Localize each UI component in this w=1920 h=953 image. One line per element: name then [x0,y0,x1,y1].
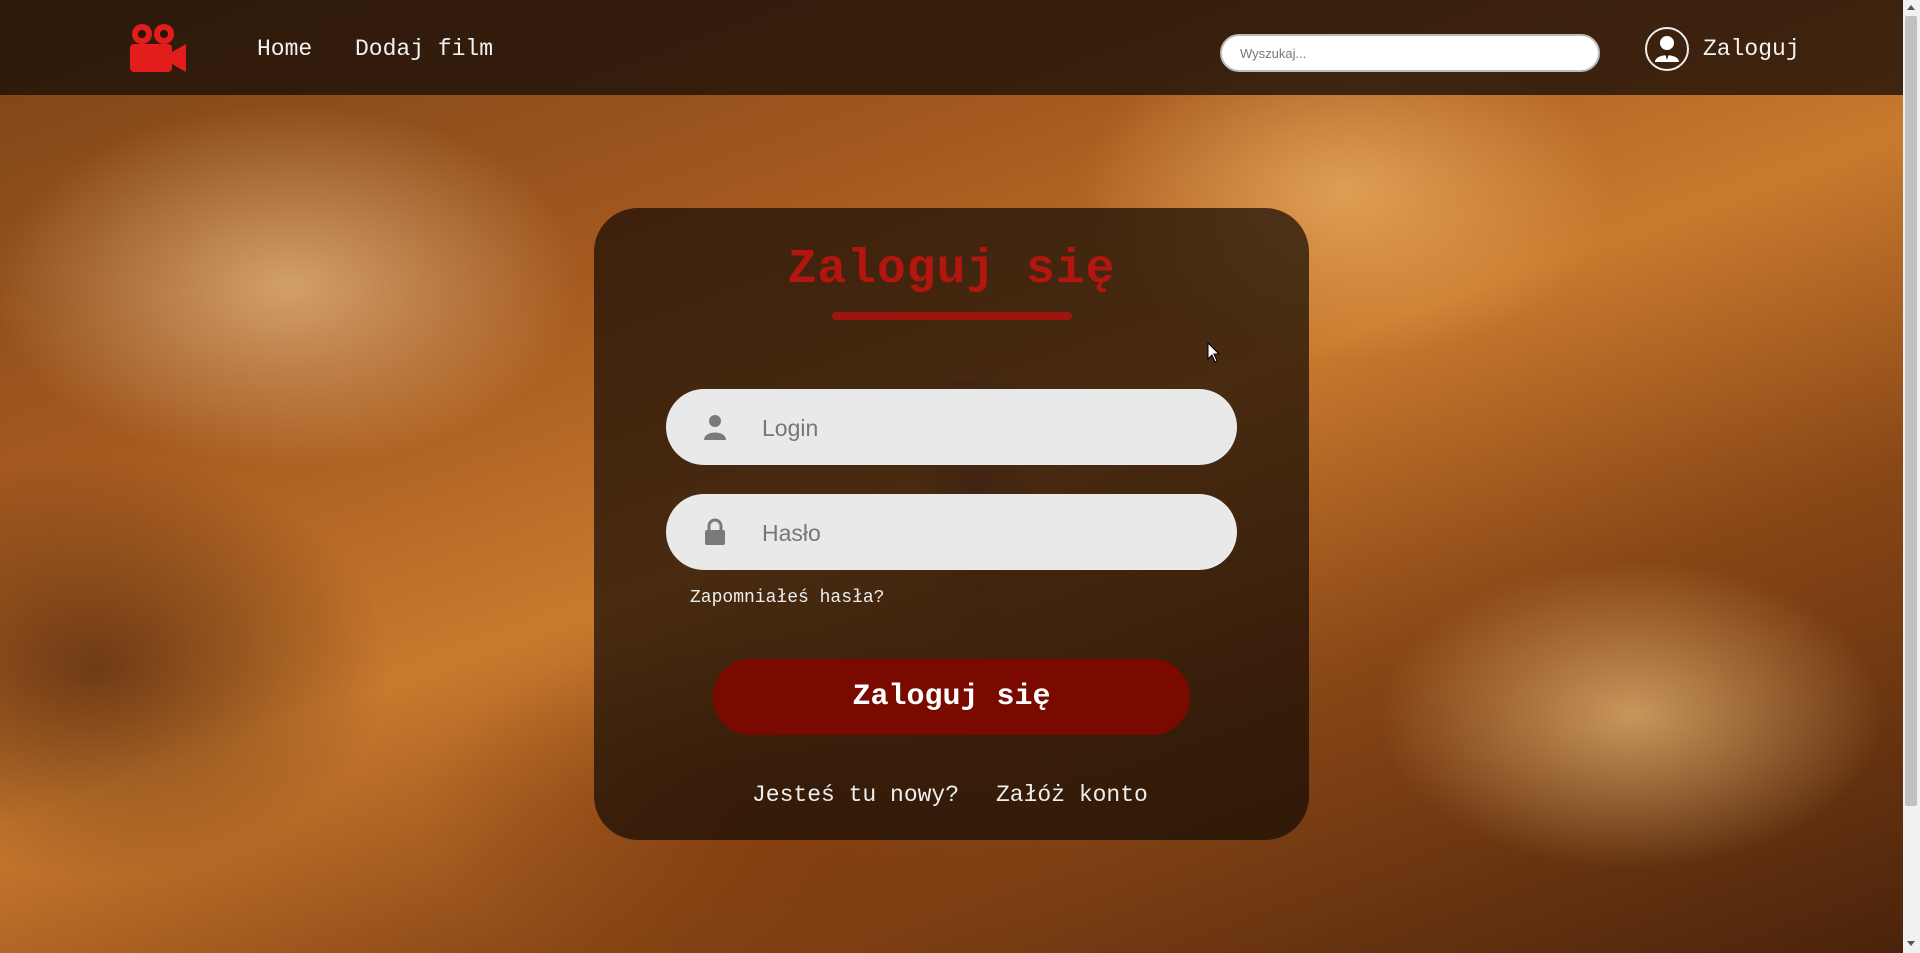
register-link[interactable]: Załóż konto [996,782,1148,808]
search-input[interactable] [1220,34,1600,72]
scroll-up-arrow-icon[interactable] [1907,5,1915,10]
title-underline [832,312,1072,320]
login-input[interactable] [760,389,1204,467]
login-submit-button[interactable]: Zaloguj się [713,659,1190,735]
login-field[interactable] [666,389,1237,467]
new-user-prompt: Jesteś tu nowy? [752,782,960,808]
user-icon [704,415,726,440]
page-scrollbar[interactable] [1903,0,1920,953]
login-card: Zaloguj się Zapomniałeś hasła? Zaloguj s… [594,208,1309,840]
password-input[interactable] [760,494,1204,572]
user-icon[interactable] [1645,27,1689,71]
login-title: Zaloguj się [787,243,1116,297]
mouse-cursor-icon [1207,342,1221,363]
scroll-down-arrow-icon[interactable] [1907,941,1915,946]
lock-icon [705,518,725,545]
password-field[interactable] [666,494,1237,572]
nav-add-film-link[interactable]: Dodaj film [355,36,493,62]
video-camera-icon[interactable] [128,22,188,74]
top-navbar: Home Dodaj film Zaloguj [0,0,1903,95]
forgot-password-link[interactable]: Zapomniałeś hasła? [690,588,884,608]
scrollbar-thumb[interactable] [1905,16,1917,806]
nav-login-link[interactable]: Zaloguj [1703,36,1800,62]
nav-home-link[interactable]: Home [257,36,312,62]
